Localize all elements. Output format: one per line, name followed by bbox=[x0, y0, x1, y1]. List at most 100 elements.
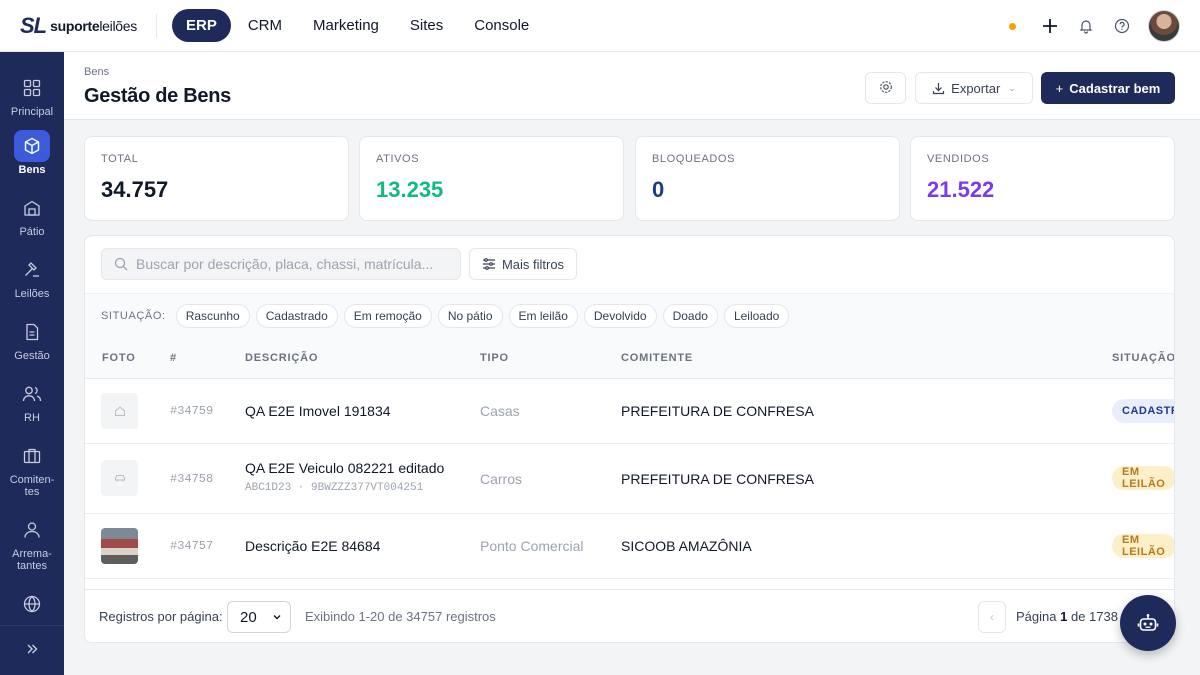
chevron-left-icon: ‹ bbox=[990, 610, 994, 624]
row-description[interactable]: QA E2E Imovel 191834 bbox=[245, 403, 391, 419]
warehouse-icon bbox=[14, 192, 50, 224]
search-input[interactable] bbox=[136, 256, 446, 272]
status-chip[interactable]: Doado bbox=[662, 303, 718, 328]
sidebar-item-comitentes[interactable]: Comiten- tes bbox=[0, 440, 64, 498]
status-chip[interactable]: Em leilão bbox=[508, 303, 578, 328]
sidebar-expand-button[interactable] bbox=[0, 625, 64, 675]
table-row[interactable]: #34758 QA E2E Veiculo 082221 editado ABC… bbox=[85, 444, 1174, 514]
pagination-bar: Registros por página: 20 Exibindo 1-20 d… bbox=[85, 589, 1174, 642]
box-icon bbox=[14, 130, 50, 162]
status-badge: CADASTRADO bbox=[1112, 399, 1174, 423]
row-id: #34757 bbox=[170, 539, 214, 553]
sidebar-item-gestao[interactable]: Gestão bbox=[0, 316, 64, 362]
plus-icon: + bbox=[1055, 80, 1064, 96]
nav-sites[interactable]: Sites bbox=[396, 9, 457, 42]
status-badge: EM LEILÃO bbox=[1112, 466, 1174, 490]
status-chip[interactable]: Rascunho bbox=[175, 303, 250, 328]
document-icon bbox=[14, 316, 50, 348]
sidebar-item-patio[interactable]: Pátio bbox=[0, 192, 64, 238]
top-bar: SL suporteleilões ERP CRM Marketing Site… bbox=[0, 0, 1200, 52]
help-icon[interactable] bbox=[1112, 16, 1132, 36]
gavel-icon bbox=[14, 254, 50, 286]
per-page-label: Registros por página: bbox=[99, 609, 223, 624]
row-id: #34758 bbox=[170, 472, 214, 486]
table-row[interactable]: #34757 Descrição E2E 84684 Ponto Comerci… bbox=[85, 514, 1174, 579]
more-filters-label: Mais filtros bbox=[501, 256, 565, 272]
row-consignor: PREFEITURA DE CONFRESA bbox=[621, 471, 814, 487]
status-badge: EM LEILÃO bbox=[1112, 534, 1174, 558]
settings-button[interactable] bbox=[865, 72, 906, 104]
export-button[interactable]: Exportar ⌄ bbox=[915, 72, 1033, 104]
item-photo bbox=[101, 528, 138, 564]
brand-logo[interactable]: SL suporteleilões bbox=[20, 0, 155, 52]
search-box[interactable] bbox=[101, 248, 461, 280]
add-item-button[interactable]: + Cadastrar bem bbox=[1041, 72, 1175, 104]
assistant-button[interactable] bbox=[1120, 595, 1176, 651]
row-consignor: SICOOB AMAZÔNIA bbox=[621, 538, 752, 554]
sliders-icon bbox=[482, 257, 502, 271]
sidebar: Principal Bens Pátio Leilões Gestão RH C… bbox=[0, 52, 64, 675]
column-header-id[interactable]: # bbox=[170, 352, 177, 364]
nav-marketing[interactable]: Marketing bbox=[299, 9, 393, 42]
stat-label: ATIVOS bbox=[376, 153, 420, 165]
sidebar-item-leiloes[interactable]: Leilões bbox=[0, 254, 64, 300]
status-chip[interactable]: Leiloado bbox=[723, 303, 790, 328]
records-info: Exibindo 1-20 de 34757 registros bbox=[305, 609, 496, 624]
user-icon bbox=[14, 514, 50, 546]
table-row[interactable]: #34759 QA E2E Imovel 191834 Casas PREFEI… bbox=[85, 379, 1174, 444]
download-icon bbox=[932, 82, 945, 95]
status-chip[interactable]: No pátio bbox=[437, 303, 503, 328]
logo-mark: SL bbox=[20, 12, 47, 38]
status-dot bbox=[1009, 22, 1016, 30]
sidebar-item-principal[interactable]: Principal bbox=[0, 72, 64, 118]
more-filters-button[interactable]: Mais filtros bbox=[469, 248, 577, 280]
avatar[interactable] bbox=[1148, 10, 1180, 42]
top-actions bbox=[1009, 0, 1180, 52]
row-type: Carros bbox=[480, 471, 523, 487]
plus-icon[interactable] bbox=[1040, 16, 1060, 36]
search-icon bbox=[114, 257, 128, 271]
nav-crm[interactable]: CRM bbox=[234, 9, 296, 42]
stat-card-ativos: ATIVOS 13.235 bbox=[359, 136, 624, 221]
stat-card-vendidos: VENDIDOS 21.522 bbox=[910, 136, 1175, 221]
per-page-value: 20 bbox=[240, 608, 257, 626]
nav-erp[interactable]: ERP bbox=[172, 9, 231, 42]
stat-value: 13.235 bbox=[376, 177, 444, 202]
row-description-detail: ABC1D23 · 9BWZZZ377VT004251 bbox=[245, 482, 424, 494]
chevron-down-icon bbox=[272, 612, 282, 622]
column-header-type[interactable]: TIPO bbox=[480, 352, 509, 364]
items-panel: Mais filtros SITUAÇÃO: Rascunho Cadastra… bbox=[84, 235, 1175, 643]
users-icon bbox=[14, 378, 50, 410]
sidebar-item-label: Leilões bbox=[14, 288, 50, 300]
sidebar-item-sites[interactable] bbox=[0, 588, 64, 620]
row-description[interactable]: Descrição E2E 84684 bbox=[245, 538, 380, 554]
column-header-photo[interactable]: FOTO bbox=[102, 352, 136, 364]
per-page-select[interactable]: 20 bbox=[227, 601, 291, 633]
column-header-status[interactable]: SITUAÇÃO bbox=[1112, 352, 1174, 364]
sidebar-item-bens[interactable]: Bens bbox=[0, 130, 64, 176]
logo-text: suporteleilões bbox=[50, 17, 137, 34]
sidebar-item-rh[interactable]: RH bbox=[0, 378, 64, 424]
car-icon bbox=[101, 460, 138, 496]
sidebar-item-arrematantes[interactable]: Arrema- tantes bbox=[0, 514, 64, 572]
export-label: Exportar bbox=[951, 80, 1001, 96]
previous-page-button[interactable]: ‹ bbox=[978, 601, 1006, 633]
nav-console[interactable]: Console bbox=[460, 9, 543, 42]
breadcrumb[interactable]: Bens bbox=[84, 66, 109, 78]
bell-icon[interactable] bbox=[1076, 16, 1096, 36]
column-header-consignor[interactable]: COMITENTE bbox=[621, 352, 693, 364]
row-description[interactable]: QA E2E Veiculo 082221 editado bbox=[245, 460, 444, 476]
top-divider bbox=[156, 13, 157, 38]
column-header-description[interactable]: DESCRIÇÃO bbox=[245, 352, 318, 364]
sidebar-item-label: Pátio bbox=[19, 226, 45, 238]
status-chip[interactable]: Cadastrado bbox=[255, 303, 338, 328]
chevron-down-icon: ⌄ bbox=[1008, 82, 1016, 93]
status-chip[interactable]: Devolvido bbox=[583, 303, 657, 328]
status-chip[interactable]: Em remoção bbox=[343, 303, 432, 328]
stat-value: 34.757 bbox=[101, 177, 169, 202]
stat-value: 0 bbox=[652, 177, 665, 202]
stat-label: TOTAL bbox=[101, 153, 139, 165]
briefcase-icon bbox=[14, 440, 50, 472]
sidebar-item-label: Comiten- tes bbox=[9, 474, 55, 498]
stat-label: BLOQUEADOS bbox=[652, 153, 736, 165]
